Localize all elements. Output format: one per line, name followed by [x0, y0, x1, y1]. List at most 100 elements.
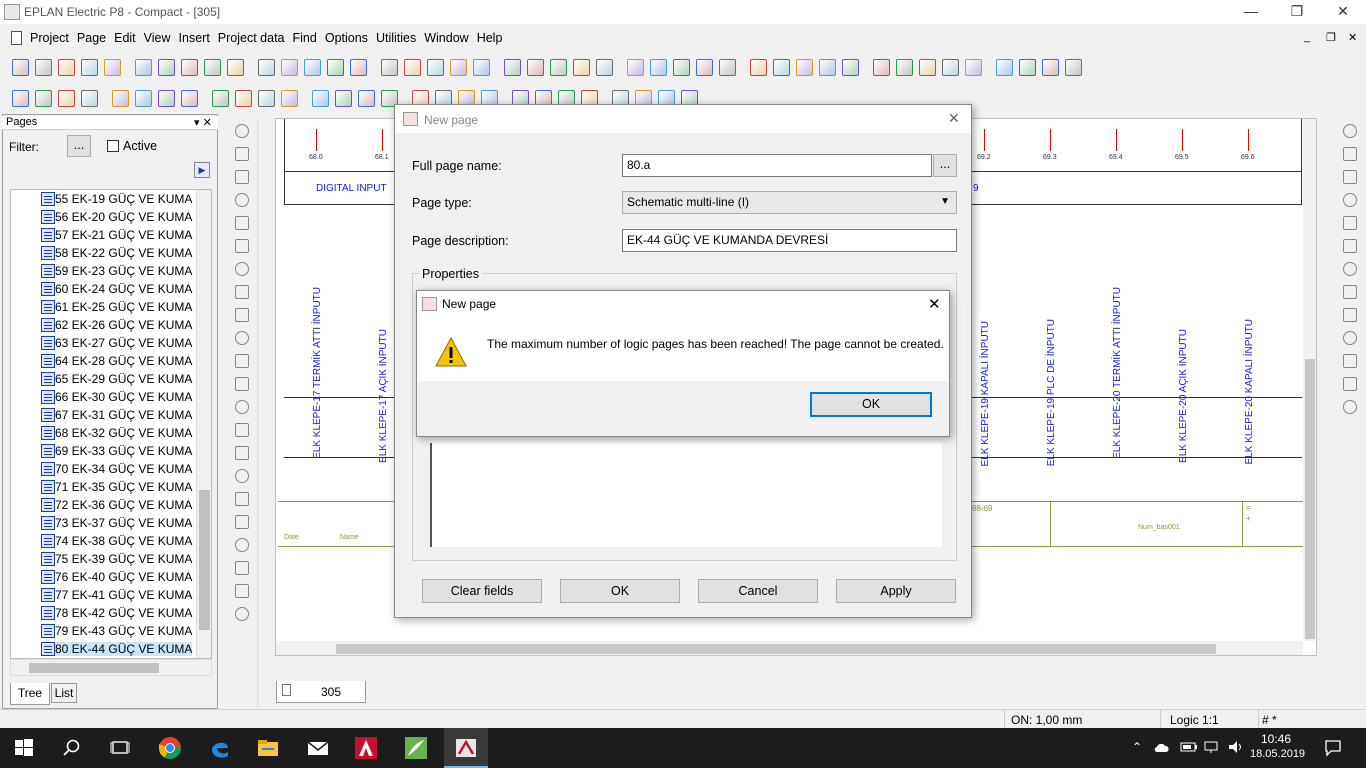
menu-view[interactable]: View [140, 28, 175, 48]
tree-scrollbar-thumb[interactable] [199, 490, 210, 630]
toolbar-button[interactable] [227, 59, 244, 76]
menu-window[interactable]: Window [420, 28, 472, 48]
toolbar-button[interactable] [135, 90, 152, 107]
tool-button[interactable] [235, 607, 249, 621]
toolbar-button[interactable] [550, 59, 567, 76]
toolbar-button[interactable] [212, 90, 229, 107]
toolbar-button[interactable] [750, 59, 767, 76]
tree-horizontal-scrollbar[interactable] [10, 659, 212, 676]
battery-icon[interactable] [1180, 740, 1198, 754]
tree-page-item[interactable]: 77 EK-41 GÜÇ VE KUMA [11, 586, 211, 604]
clear-fields-button[interactable]: Clear fields [422, 579, 542, 603]
tool-button[interactable] [235, 147, 249, 161]
toolbar-button[interactable] [135, 59, 152, 76]
tree-page-item[interactable]: 56 EK-20 GÜÇ VE KUMA [11, 208, 211, 226]
onedrive-icon[interactable] [1153, 740, 1171, 754]
apply-button[interactable]: Apply [836, 579, 956, 603]
mdi-restore-button[interactable]: ❐ [1326, 31, 1336, 44]
tool-button[interactable] [235, 400, 249, 414]
tool-button[interactable] [235, 561, 249, 575]
toolbar-button[interactable] [158, 90, 175, 107]
tree-page-item[interactable]: 64 EK-28 GÜÇ VE KUMA [11, 352, 211, 370]
tree-page-item[interactable]: 69 EK-33 GÜÇ VE KUMA [11, 442, 211, 460]
toolbar-button[interactable] [327, 59, 344, 76]
tree-page-item[interactable]: 55 EK-19 GÜÇ VE KUMA [11, 190, 211, 208]
tree-page-item[interactable]: 78 EK-42 GÜÇ VE KUMA [11, 604, 211, 622]
tool-button[interactable] [235, 124, 249, 138]
toolbar-button[interactable] [696, 59, 713, 76]
toolbar-button[interactable] [158, 59, 175, 76]
toolbar-button[interactable] [819, 59, 836, 76]
toolbar-button[interactable] [504, 59, 521, 76]
tree-page-item[interactable]: 76 EK-40 GÜÇ VE KUMA [11, 568, 211, 586]
tool-button[interactable] [235, 308, 249, 322]
toolbar-button[interactable] [12, 90, 29, 107]
eplan-taskbar-button[interactable] [444, 728, 488, 768]
toolbar-button[interactable] [527, 59, 544, 76]
tree-page-item[interactable]: 80 EK-44 GÜÇ VE KUMA [11, 640, 211, 658]
tool-button[interactable] [235, 193, 249, 207]
filter-browse-button[interactable]: ... [67, 135, 91, 157]
page-name-browse-button[interactable]: ... [933, 154, 957, 177]
tree-page-item[interactable]: 59 EK-23 GÜÇ VE KUMA [11, 262, 211, 280]
tab-list[interactable]: List [51, 683, 77, 703]
clock-time[interactable]: 10:46 [1250, 732, 1302, 746]
toolbar-button[interactable] [896, 59, 913, 76]
menu-edit[interactable]: Edit [110, 28, 140, 48]
menu-utilities[interactable]: Utilities [372, 28, 420, 48]
tree-page-item[interactable]: 66 EK-30 GÜÇ VE KUMA [11, 388, 211, 406]
tool-button[interactable] [235, 492, 249, 506]
toolbar-button[interactable] [81, 59, 98, 76]
tree-page-item[interactable]: 72 EK-36 GÜÇ VE KUMA [11, 496, 211, 514]
tool-button[interactable] [1343, 400, 1357, 414]
canvas-vertical-scrollbar[interactable] [1303, 119, 1316, 641]
toolbar-button[interactable] [450, 59, 467, 76]
toolbar-button[interactable] [427, 59, 444, 76]
tree-page-item[interactable]: 75 EK-39 GÜÇ VE KUMA [11, 550, 211, 568]
toolbar-button[interactable] [842, 59, 859, 76]
tree-page-item[interactable]: 65 EK-29 GÜÇ VE KUMA [11, 370, 211, 388]
tree-hscroll-thumb[interactable] [29, 663, 159, 673]
close-button[interactable]: ✕ [1320, 0, 1366, 24]
tree-page-item[interactable]: 60 EK-24 GÜÇ VE KUMA [11, 280, 211, 298]
toolbar-button[interactable] [304, 59, 321, 76]
tool-button[interactable] [235, 216, 249, 230]
canvas-horizontal-scrollbar[interactable] [276, 641, 1303, 655]
toolbar-button[interactable] [473, 59, 490, 76]
toolbar-button[interactable] [381, 59, 398, 76]
tree-page-item[interactable]: 57 EK-21 GÜÇ VE KUMA [11, 226, 211, 244]
toolbar-button[interactable] [12, 59, 29, 76]
tool-button[interactable] [235, 584, 249, 598]
full-page-name-field[interactable]: 80.a [622, 154, 932, 177]
toolbar-button[interactable] [104, 59, 121, 76]
menu-project[interactable]: Project [26, 28, 73, 48]
tool-button[interactable] [1343, 377, 1357, 391]
menu-options[interactable]: Options [321, 28, 372, 48]
toolbar-button[interactable] [919, 59, 936, 76]
toolbar-button[interactable] [204, 59, 221, 76]
toolbar-button[interactable] [35, 90, 52, 107]
menu-help[interactable]: Help [473, 28, 507, 48]
toolbar-button[interactable] [358, 90, 375, 107]
tool-button[interactable] [235, 515, 249, 529]
task-view-icon[interactable] [108, 736, 132, 760]
toolbar-button[interactable] [258, 90, 275, 107]
toolbar-button[interactable] [35, 59, 52, 76]
spreadsheet-app-icon[interactable] [404, 736, 428, 760]
menu-page[interactable]: Page [73, 28, 110, 48]
toolbar-button[interactable] [81, 90, 98, 107]
tool-button[interactable] [1343, 262, 1357, 276]
new-page-close-icon[interactable]: ✕ [948, 110, 960, 127]
mail-icon[interactable] [306, 736, 330, 760]
volume-icon[interactable] [1227, 740, 1245, 754]
tool-button[interactable] [1343, 216, 1357, 230]
toolbar-button[interactable] [627, 59, 644, 76]
tool-button[interactable] [235, 469, 249, 483]
tool-button[interactable] [1343, 239, 1357, 253]
panel-pin-close[interactable]: ▾ ✕ [194, 116, 212, 129]
page-type-select[interactable]: Schematic multi-line (I) ▼ [622, 191, 957, 214]
toolbar-button[interactable] [281, 90, 298, 107]
toolbar-button[interactable] [673, 59, 690, 76]
tree-page-item[interactable]: 70 EK-34 GÜÇ VE KUMA [11, 460, 211, 478]
autocad-icon[interactable] [354, 736, 378, 760]
